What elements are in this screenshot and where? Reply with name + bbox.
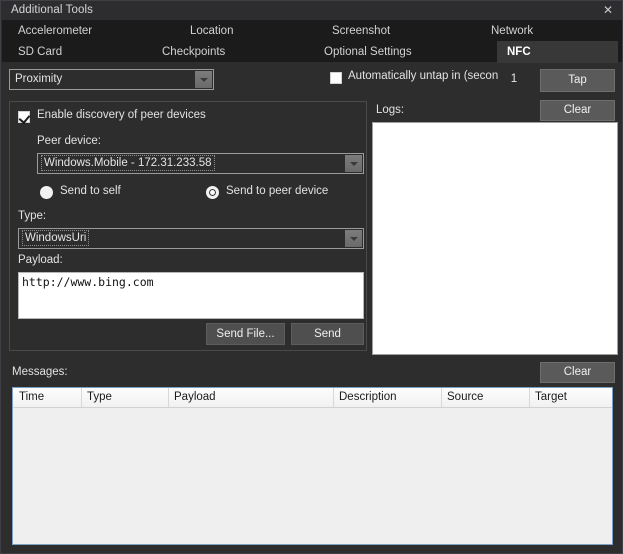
messages-label: Messages: (12, 366, 68, 378)
mode-select[interactable]: Proximity (9, 69, 214, 90)
tab-screenshot[interactable]: Screenshot (322, 21, 442, 42)
payload-text: http://www.bing.com (22, 275, 154, 289)
column-header-time[interactable]: Time (14, 388, 82, 407)
messages-clear-button[interactable]: Clear (540, 362, 615, 383)
enable-discovery-checkbox[interactable] (18, 111, 30, 123)
send-to-peer-label: Send to peer device (226, 185, 329, 197)
type-select[interactable]: WindowsUri (18, 228, 364, 249)
chevron-down-icon[interactable] (345, 155, 362, 172)
tab-sd-card[interactable]: SD Card (8, 42, 148, 63)
type-label: Type: (18, 210, 47, 222)
peer-device-select[interactable]: Windows.Mobile - 172.31.233.58 (37, 153, 364, 174)
mode-select-value: Proximity (15, 73, 63, 85)
auto-untap-label: Automatically untap in (seconds): (348, 70, 518, 82)
send-to-self-radio[interactable] (40, 186, 53, 199)
tab-location[interactable]: Location (180, 21, 300, 42)
tab-nfc[interactable]: NFC (497, 41, 618, 63)
send-file-button[interactable]: Send File... (206, 323, 285, 345)
payload-label: Payload: (18, 254, 63, 266)
auto-untap-seconds-input[interactable]: 1 (498, 70, 530, 88)
tap-button[interactable]: Tap (540, 69, 615, 92)
payload-input[interactable]: http://www.bing.com (18, 272, 364, 319)
tab-accelerometer[interactable]: Accelerometer (8, 21, 148, 42)
tab-checkpoints[interactable]: Checkpoints (152, 42, 292, 63)
chevron-down-icon[interactable] (345, 230, 362, 247)
type-select-value: WindowsUri (22, 230, 90, 246)
messages-grid[interactable]: Time Type Payload Description Source Tar… (12, 387, 613, 545)
tabstrip: Accelerometer Location Screenshot Networ… (2, 20, 622, 63)
enable-discovery-label: Enable discovery of peer devices (37, 109, 206, 121)
additional-tools-window: Additional Tools ✕ Accelerometer Locatio… (0, 0, 623, 554)
column-header-type[interactable]: Type (82, 388, 169, 407)
chevron-down-icon[interactable] (195, 71, 212, 88)
auto-untap-checkbox[interactable] (330, 72, 342, 84)
window-titlebar: Additional Tools ✕ (2, 2, 622, 21)
messages-grid-header: Time Type Payload Description Source Tar… (13, 388, 612, 408)
column-header-target[interactable]: Target (530, 388, 612, 407)
column-header-source[interactable]: Source (442, 388, 530, 407)
send-to-peer-radio[interactable] (206, 186, 219, 199)
peer-device-select-value: Windows.Mobile - 172.31.233.58 (41, 155, 215, 171)
peer-discovery-panel: Enable discovery of peer devices Peer de… (9, 101, 367, 351)
close-icon[interactable]: ✕ (595, 2, 621, 19)
window-title: Additional Tools (11, 4, 93, 16)
send-button[interactable]: Send (291, 323, 364, 345)
tab-optional-settings[interactable]: Optional Settings (314, 42, 464, 63)
logs-label: Logs: (376, 104, 405, 116)
logs-clear-button[interactable]: Clear (540, 100, 615, 121)
peer-device-label: Peer device: (37, 135, 101, 147)
send-to-self-label: Send to self (60, 185, 121, 197)
column-header-description[interactable]: Description (334, 388, 442, 407)
logs-output[interactable] (372, 122, 618, 355)
tab-network[interactable]: Network (481, 21, 601, 42)
column-header-payload[interactable]: Payload (169, 388, 334, 407)
